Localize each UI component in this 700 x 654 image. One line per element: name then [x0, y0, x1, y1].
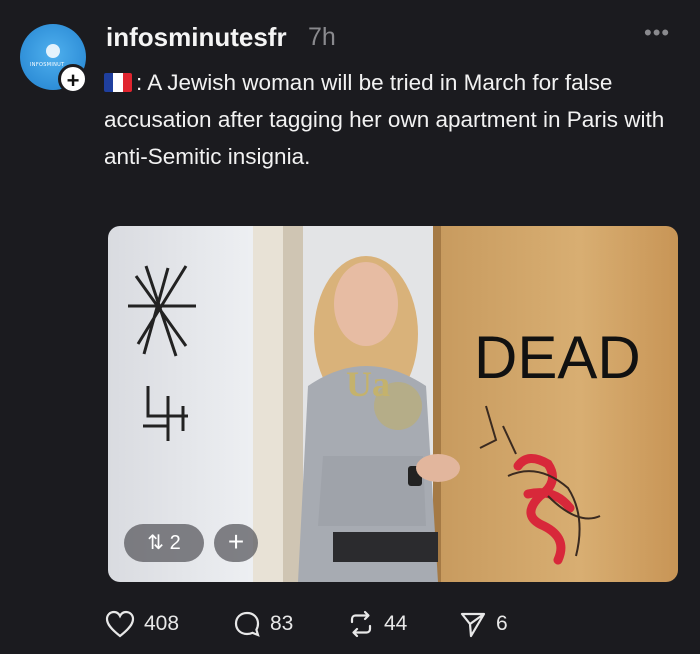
like-button[interactable]: 408: [104, 606, 179, 642]
door-graffiti-text: DEAD: [474, 324, 641, 391]
action-bar: 408 83 44 6: [104, 606, 664, 642]
username[interactable]: infosminutesfr: [106, 22, 287, 53]
repost-icon: ⇅: [147, 532, 165, 554]
share-button[interactable]: 6: [458, 606, 508, 642]
repost-icon: [350, 610, 372, 638]
reply-button[interactable]: 83: [232, 606, 293, 642]
share-count: 6: [496, 612, 508, 635]
timestamp: 7h: [308, 23, 336, 51]
more-options-button[interactable]: •••: [644, 20, 670, 46]
follow-button[interactable]: +: [58, 64, 88, 94]
media-repost-button[interactable]: ⇅ 2: [124, 524, 204, 562]
heart-icon: [105, 610, 135, 638]
post-text: : A Jewish woman will be tried in March …: [104, 64, 674, 175]
repost-button[interactable]: 44: [346, 606, 407, 642]
comment-icon: [234, 611, 260, 637]
french-flag-icon: [104, 73, 132, 92]
sweatshirt-text: Ua: [346, 364, 390, 404]
media-repost-count: 2: [169, 532, 181, 554]
send-icon: [460, 612, 486, 638]
logo-icon: [46, 44, 60, 58]
repost-count: 44: [384, 612, 408, 635]
media-add-button[interactable]: +: [214, 524, 258, 562]
reply-count: 83: [270, 612, 294, 635]
post-body: : A Jewish woman will be tried in March …: [104, 70, 665, 169]
avatar-logo-text: INFOSMINUT: [30, 62, 65, 68]
like-count: 408: [144, 612, 180, 635]
